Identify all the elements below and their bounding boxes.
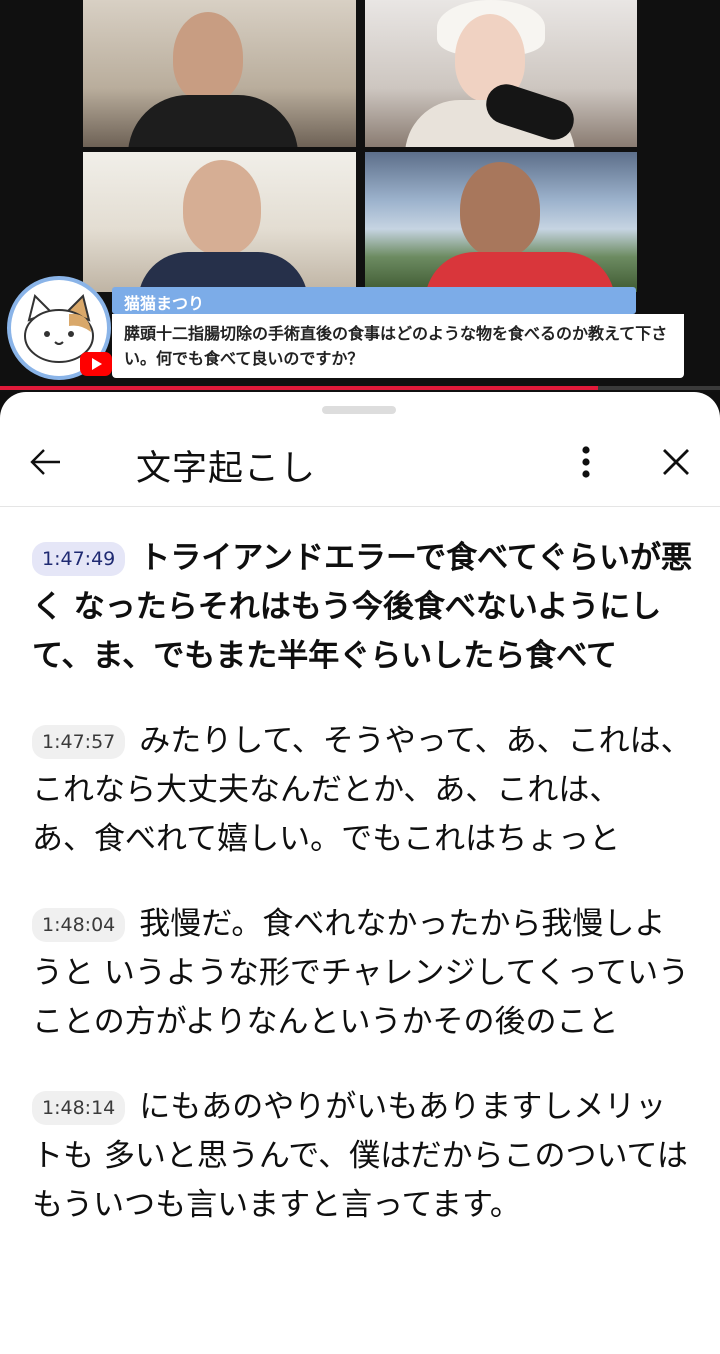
timestamp-chip[interactable]: 1:47:57 — [32, 725, 126, 759]
chat-message-box: 膵頭十二指腸切除の手術直後の食事はどのような物を食べるのか教えて下さい。何でも食… — [112, 314, 684, 378]
back-arrow-icon — [30, 449, 60, 475]
transcript-segment[interactable]: 1:48:14 にもあのやりがいもありますしメリットも 多いと思うんで、僕はだから… — [32, 1083, 692, 1230]
video-player[interactable]: 猫猫まつり 膵頭十二指腸切除の手術直後の食事はどのような物を食べるのか教えて下さ… — [0, 0, 720, 392]
transcript-list: 1:47:49 トライアンドエラーで食べてぐらいが悪く なったらそれはもう今後食べ… — [32, 534, 692, 1266]
video-progress-fill — [0, 386, 598, 390]
timestamp-chip[interactable]: 1:48:14 — [32, 1091, 126, 1125]
video-participant-1 — [83, 0, 356, 147]
transcript-segment[interactable]: 1:47:57 みたりして、そうやって、あ、これは、 これなら大丈夫なんだとか、あ… — [32, 717, 692, 864]
timestamp-chip[interactable]: 1:47:49 — [32, 542, 126, 576]
drag-handle[interactable] — [322, 406, 396, 414]
participant-face — [460, 162, 540, 257]
chat-author-bar: 猫猫まつり — [112, 287, 636, 314]
video-participant-2 — [365, 0, 637, 147]
segment-text: にもあのやりがいもありますしメリットも 多いと思うんで、僕はだからこのついては … — [32, 1089, 688, 1223]
transcript-segment[interactable]: 1:47:49 トライアンドエラーで食べてぐらいが悪く なったらそれはもう今後食べ… — [32, 534, 692, 681]
transcript-segment-text: 1:47:49 トライアンドエラーで食べてぐらいが悪く なったらそれはもう今後食べ… — [32, 534, 692, 681]
participant-body — [138, 252, 308, 292]
participant-body — [128, 95, 298, 147]
video-progress-bar[interactable] — [0, 386, 720, 390]
youtube-icon — [80, 352, 112, 376]
transcript-segment[interactable]: 1:48:04 我慢だ。食べれなかったから我慢しようと いうような形でチャレンジし… — [32, 900, 692, 1047]
transcript-segment-text: 1:48:04 我慢だ。食べれなかったから我慢しようと いうような形でチャレンジし… — [32, 900, 692, 1047]
chat-message-text: 膵頭十二指腸切除の手術直後の食事はどのような物を食べるのか教えて下さい。何でも食… — [124, 324, 668, 368]
transcript-panel: 文字起こし 1:47:49 トライアンドエラーで食べてぐらいが悪く なったらそれは… — [0, 392, 720, 1354]
timestamp-chip[interactable]: 1:48:04 — [32, 908, 126, 942]
participant-body — [425, 252, 615, 292]
transcript-segment-text: 1:47:57 みたりして、そうやって、あ、これは、 これなら大丈夫なんだとか、あ… — [32, 717, 692, 864]
transcript-segment-text: 1:48:14 にもあのやりがいもありますしメリットも 多いと思うんで、僕はだから… — [32, 1083, 692, 1230]
close-icon — [663, 449, 689, 475]
participant-face — [173, 12, 243, 102]
segment-text: みたりして、そうやって、あ、これは、 これなら大丈夫なんだとか、あ、これは、 あ… — [32, 723, 692, 857]
video-participant-4 — [365, 152, 637, 292]
back-button[interactable] — [22, 438, 70, 486]
video-participant-3 — [83, 152, 356, 292]
close-button[interactable] — [652, 438, 700, 486]
more-vert-icon — [582, 446, 590, 478]
segment-text: 我慢だ。食べれなかったから我慢しようと いうような形でチャレンジしてくっていう … — [32, 906, 690, 1040]
more-options-button[interactable] — [566, 438, 606, 486]
header-divider — [0, 506, 720, 507]
chat-author-name: 猫猫まつり — [124, 294, 205, 313]
segment-text: トライアンドエラーで食べてぐらいが悪く なったらそれはもう今後食べないようにし … — [32, 540, 692, 674]
participant-face — [183, 160, 261, 255]
panel-title: 文字起こし — [136, 449, 317, 489]
